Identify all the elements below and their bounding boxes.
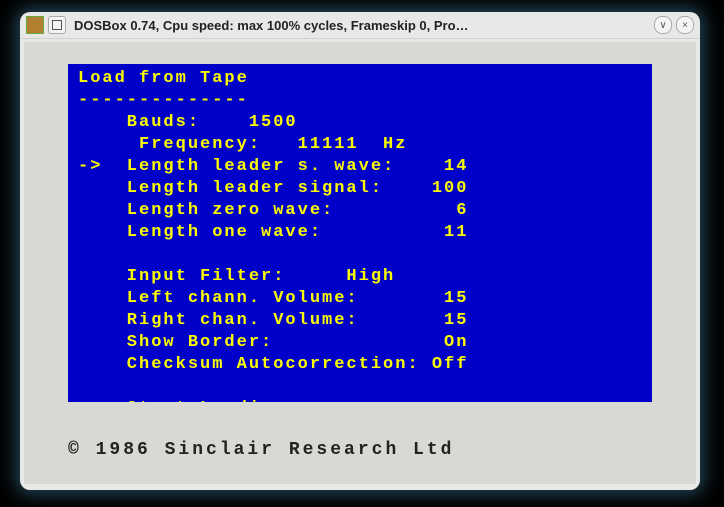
window-title: DOSBox 0.74, Cpu speed: max 100% cycles,… [74,18,650,33]
titlebar: DOSBox 0.74, Cpu speed: max 100% cycles,… [20,12,700,39]
close-button[interactable]: × [676,16,694,34]
menu-screen[interactable]: Load from Tape -------------- Bauds: 150… [68,64,652,402]
minimize-button[interactable]: ∨ [654,16,672,34]
restore-icon[interactable] [48,16,66,34]
window-chrome: DOSBox 0.74, Cpu speed: max 100% cycles,… [20,12,700,490]
copyright-text: © 1986 Sinclair Research Ltd [68,440,652,460]
app-icon [26,16,44,34]
emulator-frame: Load from Tape -------------- Bauds: 150… [24,42,696,484]
